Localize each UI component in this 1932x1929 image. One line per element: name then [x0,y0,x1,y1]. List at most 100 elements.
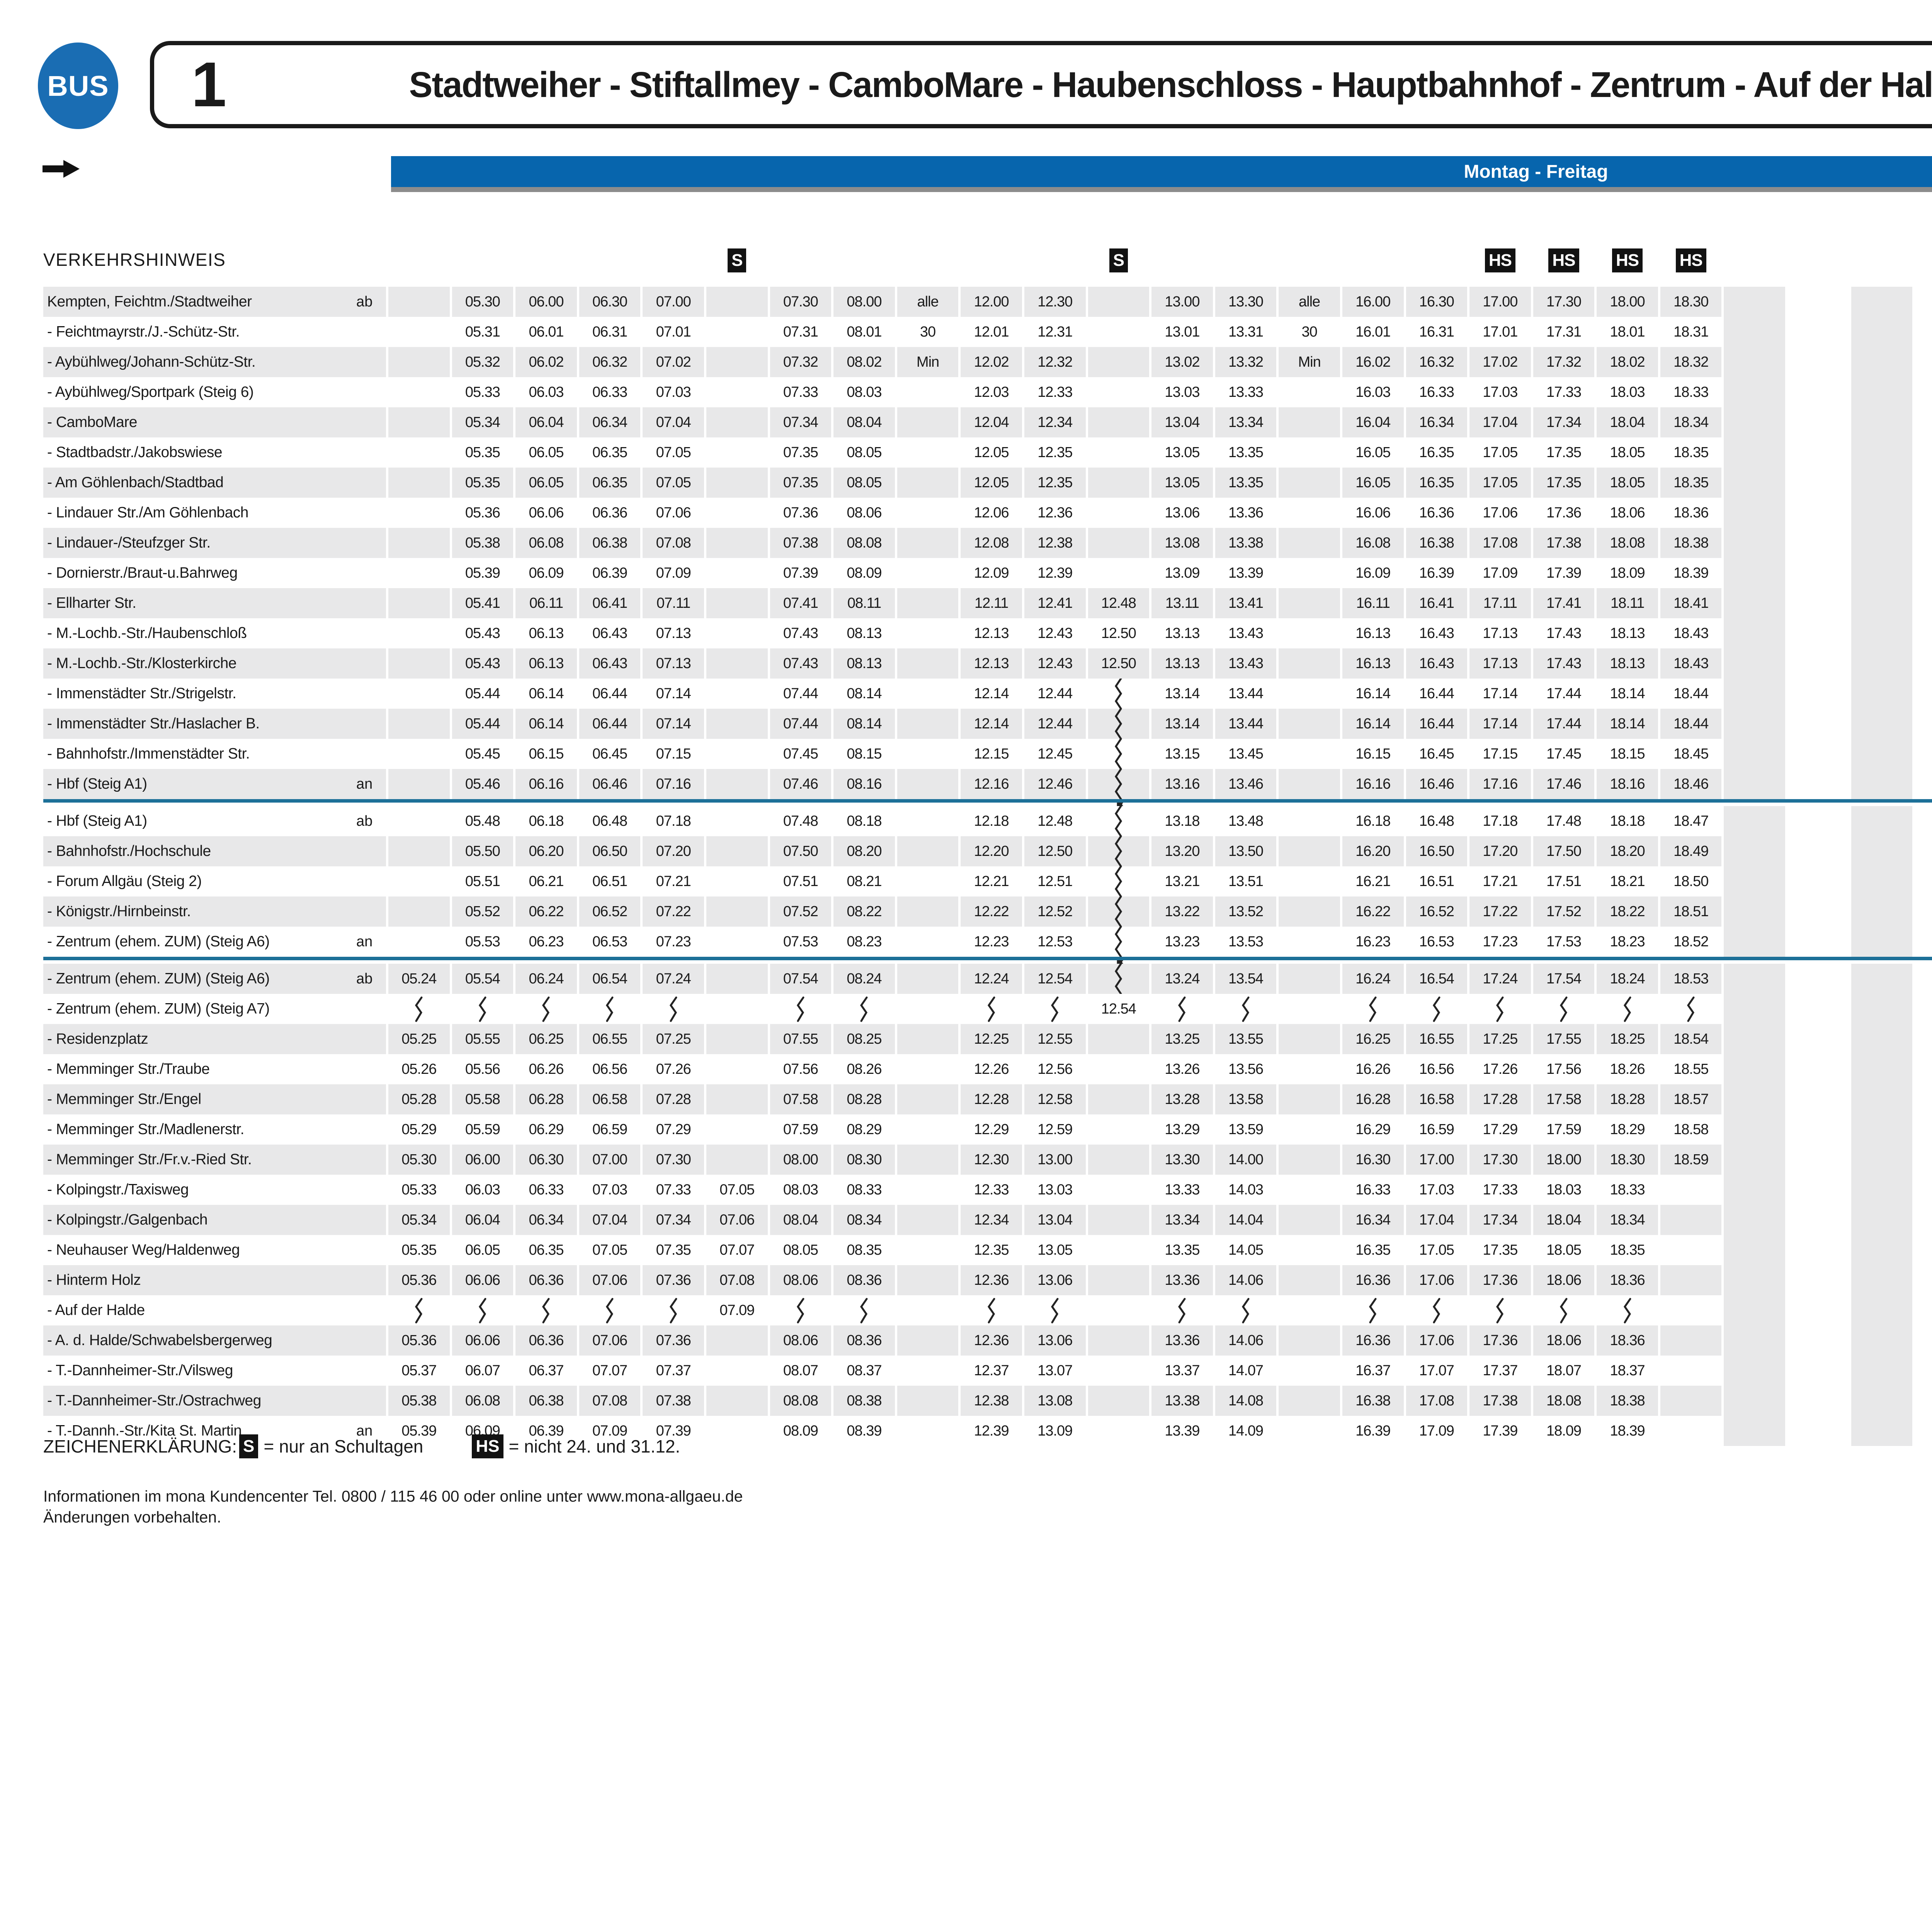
time-cell: 16.16 [1342,769,1406,799]
time-cell: 07.05 [706,1175,770,1205]
time-cell [897,1145,961,1175]
column-header-cell [515,243,579,276]
time-cell [897,709,961,739]
time-cell: 05.43 [452,618,516,648]
time-cell: 07.43 [770,648,834,679]
time-cell: 07.30 [770,287,834,317]
skip-wave-icon [1088,896,1152,927]
table-row: - Hbf (Steig A1)ab05.4806.1806.4807.1807… [43,806,1932,836]
time-cell: 08.21 [833,866,897,896]
empty-cell [1787,1416,1851,1446]
time-cell: alle [897,287,961,317]
time-cell: 13.03 [1151,377,1215,407]
time-cell: 13.09 [1151,558,1215,588]
time-cell [706,1356,770,1386]
time-cell: 14.06 [1215,1325,1279,1356]
empty-cell [1851,1386,1915,1416]
arrival-departure-note [352,1205,388,1235]
empty-cell [1787,1265,1851,1295]
time-cell: 07.14 [643,679,706,709]
time-cell [1279,1084,1342,1114]
separator-cell [1406,803,1470,806]
separator-cell [1597,960,1660,964]
time-cell: 07.04 [579,1205,643,1235]
time-cell: 08.06 [770,1265,834,1295]
time-cell [1088,558,1152,588]
stop-name: - Königstr./Hirnbeinstr. [43,896,352,927]
empty-cell [1724,1265,1787,1295]
table-row: - Stadtbadstr./Jakobswiese05.3506.0506.3… [43,437,1932,468]
time-cell: 13.05 [1151,468,1215,498]
empty-cell [1724,769,1787,799]
skip-wave-icon [961,994,1024,1024]
skip-wave-icon [1088,866,1152,896]
time-cell [1088,317,1152,347]
time-cell: 07.08 [643,528,706,558]
time-cell: 18.29 [1597,1114,1660,1145]
time-cell: 07.21 [643,866,706,896]
time-cell: 16.30 [1342,1145,1406,1175]
time-cell: 13.56 [1215,1054,1279,1084]
time-cell [706,377,770,407]
separator-cell [1279,803,1342,806]
empty-cell [1724,528,1787,558]
time-cell: 07.31 [770,317,834,347]
time-cell: 08.04 [770,1205,834,1235]
time-cell: 18.33 [1660,377,1724,407]
empty-cell [1851,528,1915,558]
time-cell: 17.53 [1533,927,1597,957]
time-cell: 18.32 [1660,347,1724,377]
time-cell [706,1054,770,1084]
time-cell: 08.03 [770,1175,834,1205]
time-cell: 07.05 [643,437,706,468]
time-cell: 17.02 [1469,347,1533,377]
time-cell: 16.26 [1342,1054,1406,1084]
separator-cell [1215,803,1279,806]
time-cell: 13.04 [1024,1205,1088,1235]
arrival-departure-note: an [352,769,388,799]
time-cell: 18.04 [1597,407,1660,437]
separator-cell [1660,960,1724,964]
empty-cell [1851,896,1915,927]
time-cell [1279,806,1342,836]
time-cell [706,1145,770,1175]
time-cell: 05.51 [452,866,516,896]
time-cell [897,618,961,648]
time-cell: 18.00 [1597,287,1660,317]
time-cell: 08.05 [833,437,897,468]
time-cell [706,964,770,994]
separator-cell [1787,803,1851,806]
time-cell [706,498,770,528]
column-header-cell [1724,243,1787,276]
time-cell: 16.35 [1342,1235,1406,1265]
time-cell: 16.34 [1342,1205,1406,1235]
time-cell: 17.34 [1469,1205,1533,1235]
time-cell: 08.05 [833,468,897,498]
time-cell: 17.35 [1469,1235,1533,1265]
separator-cell [833,803,897,806]
empty-cell [1724,806,1787,836]
time-cell: 17.48 [1533,806,1597,836]
empty-cell [1851,498,1915,528]
skip-wave-icon [452,994,516,1024]
time-cell: 06.02 [515,347,579,377]
time-cell [706,927,770,957]
time-cell: 05.34 [388,1205,452,1235]
time-cell: 06.59 [579,1114,643,1145]
time-cell: 13.22 [1151,896,1215,927]
time-cell: 13.20 [1151,836,1215,866]
time-cell: 12.34 [961,1205,1024,1235]
time-cell: 17.54 [1533,964,1597,994]
stop-name: - Kolpingstr./Galgenbach [43,1205,352,1235]
time-cell: 13.36 [1215,498,1279,528]
time-cell: 12.18 [961,806,1024,836]
time-cell: 18.51 [1660,896,1724,927]
time-cell [706,1416,770,1446]
time-cell [897,468,961,498]
empty-cell [1851,1145,1915,1175]
separator-cell [1215,960,1279,964]
time-cell: 05.36 [388,1265,452,1295]
time-cell: 08.06 [833,498,897,528]
table-row: - Residenzplatz05.2505.5506.2506.5507.25… [43,1024,1932,1054]
separator-cell [1533,960,1597,964]
